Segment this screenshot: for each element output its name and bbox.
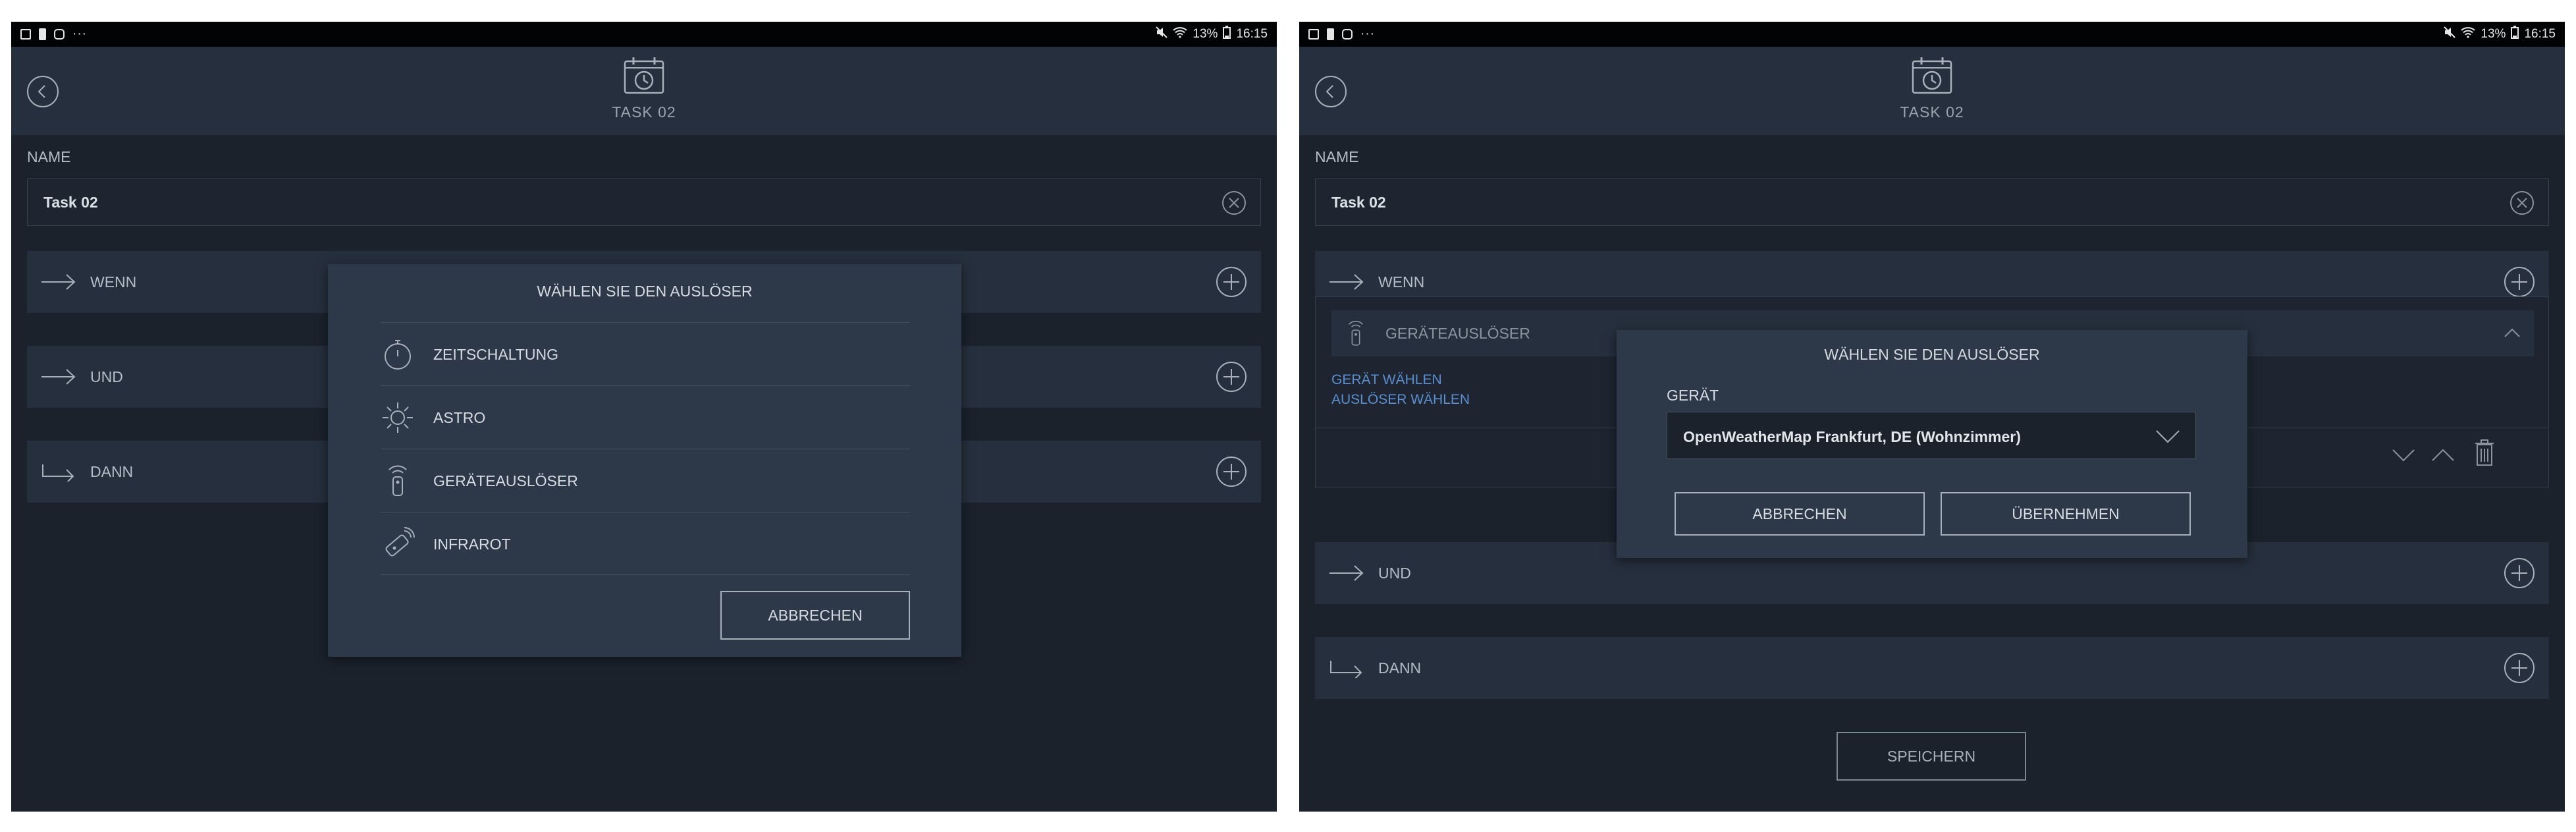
infrared-remote-icon [385,527,415,557]
option-astro[interactable]: ASTRO [381,385,910,449]
battery-percent: 13% [1193,27,1218,41]
choose-device-link[interactable]: GERÄT WÄHLEN [1331,372,1442,388]
battery-notification-icon [39,28,46,40]
add-dann-button[interactable] [1215,455,1248,488]
sun-icon [383,402,413,433]
section-label-dann: DANN [1378,659,1422,677]
option-infrarot[interactable]: INFRAROT [381,512,910,575]
cancel-button[interactable]: ABBRECHEN [1675,492,1925,536]
gallery-notification-icon [1308,29,1319,40]
clock: 16:15 [2524,27,2556,41]
page-title: TASK 02 [612,103,676,121]
back-button[interactable] [27,76,59,107]
section-label-dann: DANN [90,463,134,480]
option-label: ZEITSCHALTUNG [433,346,558,363]
left-screen: ··· 13% 16:15 TASK 02 NAME Task 02 WENN … [11,22,1277,812]
instagram-notification-icon [1342,29,1353,40]
more-notifications-icon: ··· [1360,27,1375,41]
trigger-dialog: WÄHLEN SIE DEN AUSLÖSER ZEITSCHALTUNG AS… [328,264,961,657]
option-zeitschaltung[interactable]: ZEITSCHALTUNG [381,322,910,385]
status-right: 13% 16:15 [2444,26,2556,43]
option-label: ASTRO [433,409,486,426]
arrow-right-icon [41,274,76,290]
add-wenn-button[interactable] [1215,265,1248,298]
section-label-wenn: WENN [1378,273,1425,291]
arrow-down-right-icon [42,464,74,482]
stopwatch-icon [385,340,411,370]
clear-icon[interactable] [2509,190,2535,216]
wifi-icon [2461,26,2476,42]
cancel-button[interactable]: ABBRECHEN [720,591,910,640]
section-label-wenn: WENN [90,273,137,291]
instagram-notification-icon [54,29,65,40]
battery-icon [1223,26,1231,43]
status-right: 13% 16:15 [1156,26,1268,43]
mute-icon [1156,26,1168,42]
add-dann-button[interactable] [2503,652,2536,684]
wifi-icon [1173,26,1188,42]
chevron-down-icon[interactable] [2390,443,2417,467]
remote-signal-icon [1348,320,1364,346]
name-value: Task 02 [1331,194,1386,211]
name-label: NAME [27,148,71,165]
arrow-right-icon [1329,274,1364,290]
name-value: Task 02 [43,194,98,211]
arrow-right-icon [41,369,76,385]
option-geraeteausloeser[interactable]: GERÄTEAUSLÖSER [381,449,910,512]
trash-icon[interactable] [2473,438,2496,467]
clear-icon[interactable] [1221,190,1247,216]
chevron-down-icon [2156,430,2180,443]
status-left: ··· [1308,27,1375,42]
remote-signal-icon [389,465,407,496]
choose-trigger-link[interactable]: AUSLÖSER WÄHLEN [1331,392,1470,408]
back-button[interactable] [1315,76,1347,107]
name-label: NAME [1315,148,1359,165]
clock: 16:15 [1236,27,1268,41]
save-button[interactable]: SPEICHERN [1837,732,2026,781]
header-bar: TASK 02 [11,47,1277,135]
status-bar: ··· 13% 16:15 [11,22,1277,47]
section-label-und: UND [1378,565,1411,582]
status-left: ··· [20,27,87,42]
status-bar: ··· 13% 16:15 [1299,22,2565,47]
device-select-value: OpenWeatherMap Frankfurt, DE (Wohnzimmer… [1683,428,2021,445]
add-und-button[interactable] [1215,360,1248,393]
battery-icon [2511,26,2519,43]
add-und-button[interactable] [2503,557,2536,590]
dialog-title: WÄHLEN SIE DEN AUSLÖSER [1824,346,2040,363]
device-select[interactable]: OpenWeatherMap Frankfurt, DE (Wohnzimmer… [1667,412,2196,459]
section-dann: DANN [1315,637,2549,699]
name-field[interactable]: Task 02 [27,179,1261,226]
chevron-up-icon[interactable] [2430,443,2456,467]
section-label-und: UND [90,368,123,385]
battery-notification-icon [1327,28,1334,40]
name-field[interactable]: Task 02 [1315,179,2549,226]
mute-icon [2444,26,2456,42]
calendar-clock-icon [1912,57,1952,94]
chevron-left-icon [38,85,45,98]
option-label: GERÄTEAUSLÖSER [433,472,578,489]
add-wenn-button[interactable] [2503,265,2536,298]
chevron-up-icon[interactable] [2502,323,2522,343]
arrow-down-right-icon [1330,661,1362,678]
right-screen: ··· 13% 16:15 TASK 02 NAME Task 02 WENN … [1299,22,2565,812]
device-label: GERÄT [1667,387,1719,404]
device-dialog: WÄHLEN SIE DEN AUSLÖSER GERÄT OpenWeathe… [1617,330,2247,558]
dialog-title: WÄHLEN SIE DEN AUSLÖSER [537,283,753,300]
page-title: TASK 02 [1900,103,1964,121]
battery-percent: 13% [2481,27,2506,41]
option-label: INFRAROT [433,536,511,553]
chevron-left-icon [1326,85,1333,98]
trigger-card-title: GERÄTEAUSLÖSER [1385,325,1530,342]
calendar-clock-icon [624,57,664,94]
gallery-notification-icon [20,29,31,40]
arrow-right-icon [1329,565,1364,581]
apply-button[interactable]: ÜBERNEHMEN [1941,492,2191,536]
header-bar: TASK 02 [1299,47,2565,135]
more-notifications-icon: ··· [72,27,87,41]
